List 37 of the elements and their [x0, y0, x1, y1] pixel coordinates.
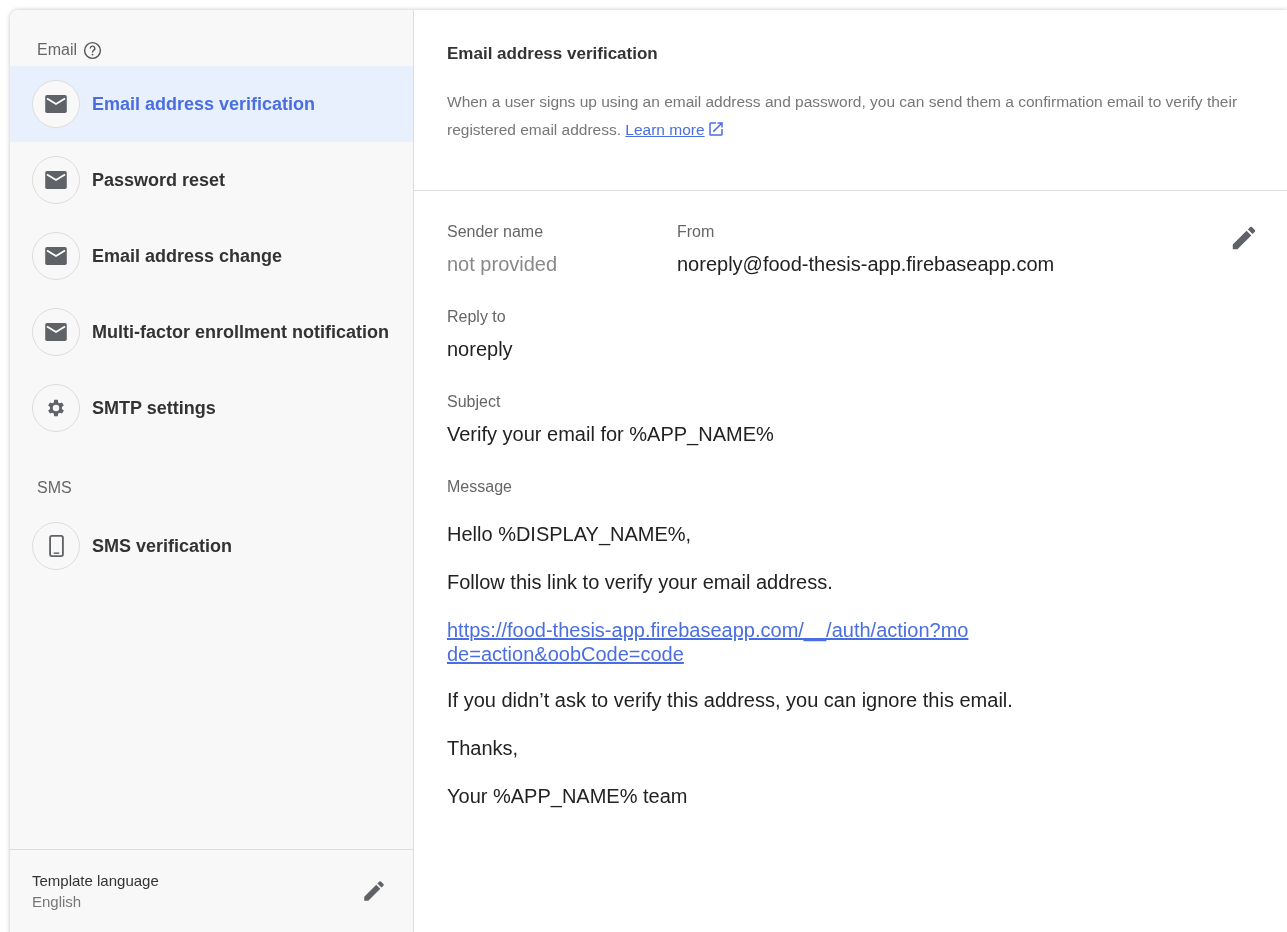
field-value: Verify your email for %APP_NAME% — [447, 423, 775, 446]
description: When a user signs up using an email address and password, you can send them a confirmation email to verify their registered email address. Learn more — [447, 92, 1239, 140]
nav-item[interactable]: Password reset — [10, 142, 413, 218]
field-label: Subject — [447, 393, 502, 411]
field-value: noreply — [447, 338, 514, 361]
section-title: Email — [37, 41, 77, 59]
message-paragraph: Follow this link to verify your email address. — [447, 570, 834, 594]
gear-icon — [45, 397, 67, 419]
field-label: From — [677, 223, 716, 241]
nav-item[interactable]: Email address change — [10, 218, 413, 294]
verification-link[interactable]: https://food-thesis-app.firebaseapp.com/__/auth/action?mode=action&oobCode=code — [447, 618, 977, 666]
edit-icon[interactable] — [361, 878, 387, 904]
nav-item[interactable]: SMS verification — [10, 508, 413, 584]
learn-more-link[interactable]: Learn more — [625, 121, 725, 138]
nav-item[interactable]: Multi-factor enrollment notification — [10, 294, 413, 370]
envelope-icon — [45, 323, 67, 341]
section-title: SMS — [37, 479, 72, 497]
field-label: Message — [447, 478, 513, 496]
help-icon[interactable] — [83, 40, 102, 60]
template-language-value: English — [32, 893, 83, 910]
nav-item[interactable]: Email address verification — [10, 66, 413, 142]
nav-item[interactable]: SMTP settings — [10, 370, 413, 446]
field-label: Reply to — [447, 308, 507, 326]
field-value: noreply@food-thesis-app.firebaseapp.com — [677, 253, 1055, 276]
message-paragraph: If you didn’t ask to verify this address, you can ignore this email. — [447, 688, 1014, 712]
external-link-icon — [706, 120, 725, 138]
envelope-icon — [45, 247, 67, 265]
message-paragraph: Thanks, — [447, 736, 520, 760]
panel-title: Email address verification — [447, 44, 658, 63]
field-label: Sender name — [447, 223, 545, 241]
message-paragraph: Hello %DISPLAY_NAME%, — [447, 522, 693, 546]
template-language-label: Template language — [32, 872, 159, 889]
phone-icon — [48, 535, 64, 557]
envelope-icon — [45, 95, 67, 113]
message-paragraph: Your %APP_NAME% team — [447, 784, 689, 808]
envelope-icon — [45, 171, 67, 189]
field-value: not provided — [447, 253, 559, 276]
